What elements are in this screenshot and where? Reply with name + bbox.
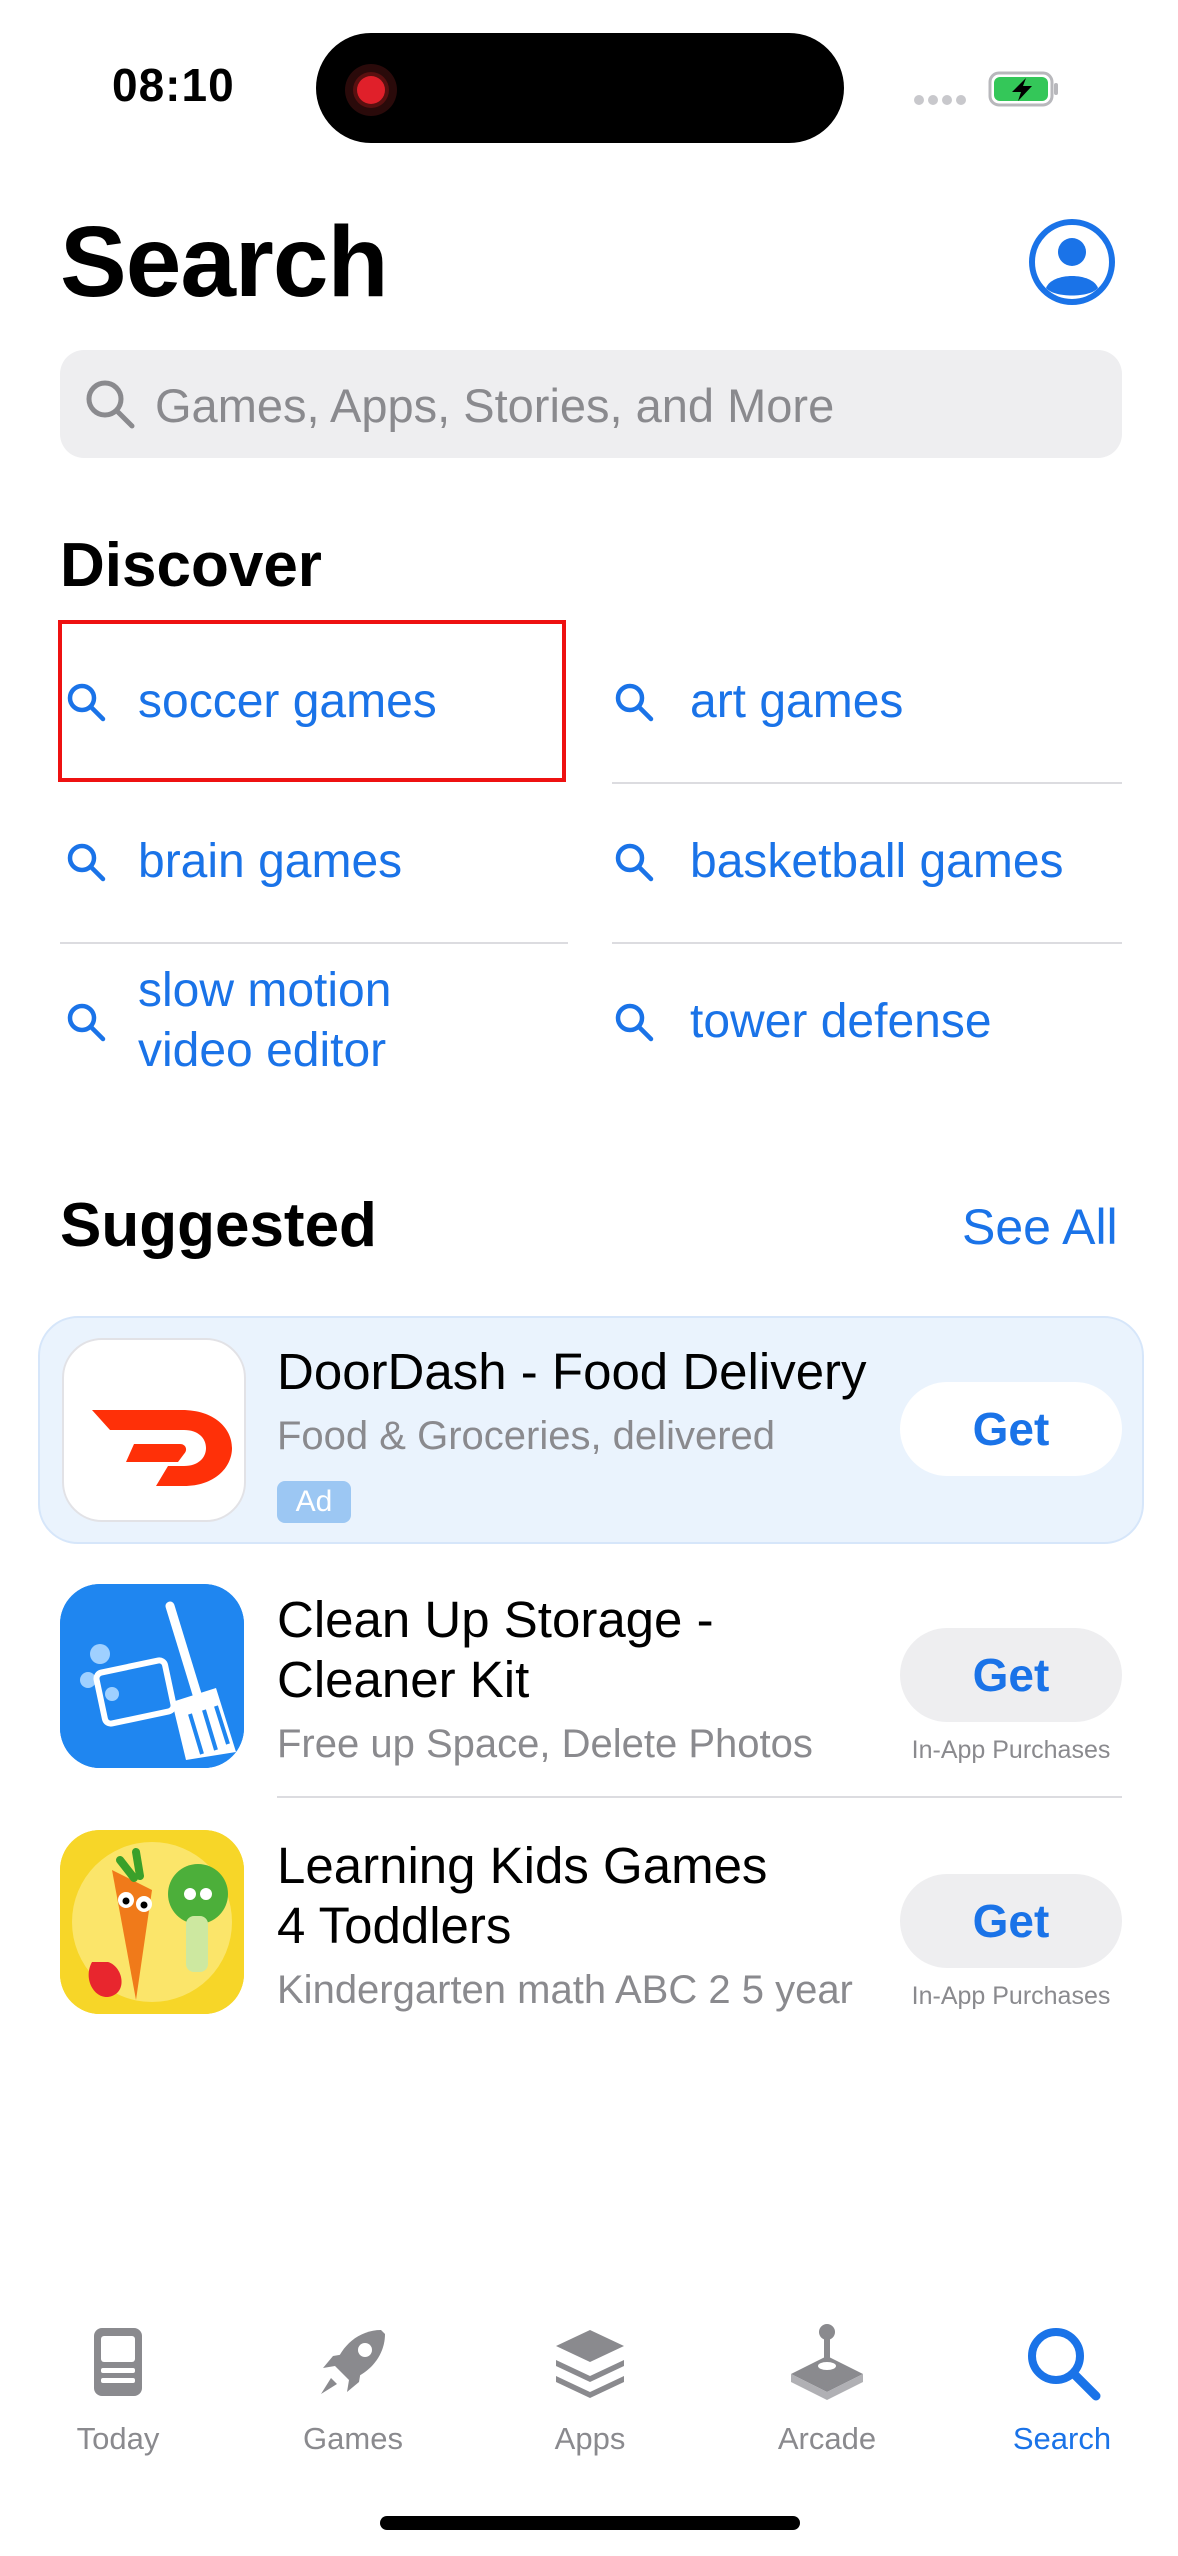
app-name[interactable]: DoorDash - Food Delivery (277, 1342, 867, 1402)
rocket-icon (321, 2330, 385, 2394)
discover-item-basketball-games[interactable]: basketball games (612, 785, 1122, 945)
highlight-box (58, 620, 566, 782)
app-subtitle: Free up Space, Delete Photos (277, 1722, 813, 1766)
search-icon (615, 1003, 654, 1042)
get-button[interactable]: Get (900, 1628, 1122, 1722)
tab-arcade[interactable]: Arcade (737, 2320, 917, 2457)
search-placeholder: Games, Apps, Stories, and More (155, 379, 835, 432)
in-app-purchases-note: In-App Purchases (911, 1736, 1111, 1764)
discover-item-label: video editor (138, 1024, 387, 1077)
tab-label: Apps (554, 2421, 626, 2456)
tab-search[interactable]: Search (972, 2320, 1152, 2457)
tab-label: Search (1012, 2421, 1112, 2456)
app-name[interactable]: Cleaner Kit (277, 1650, 529, 1710)
app-subtitle: Food & Groceries, delivered (277, 1414, 776, 1458)
doordash-logo-icon[interactable] (62, 1338, 246, 1522)
joystick-icon (791, 2324, 863, 2400)
status-time: 08:10 (112, 59, 235, 111)
suggested-heading: Suggested (60, 1191, 377, 1260)
today-icon (94, 2328, 142, 2396)
discover-item-label: brain games (138, 835, 403, 888)
discover-item-tower-defense[interactable]: tower defense (612, 945, 1122, 1105)
app-name[interactable]: Clean Up Storage - (277, 1590, 714, 1650)
discover-item-label: tower defense (690, 995, 992, 1048)
in-app-purchases-note: In-App Purchases (911, 1982, 1111, 2010)
tab-label: Today (76, 2421, 160, 2456)
discover-item-art-games[interactable]: art games (612, 625, 1122, 785)
discover-item-label: art games (690, 675, 904, 728)
search-icon (615, 843, 654, 882)
tab-label: Arcade (777, 2421, 877, 2456)
get-button[interactable]: Get (900, 1382, 1122, 1476)
search-icon (1028, 2328, 1101, 2401)
search-icon (67, 1003, 106, 1042)
search-input[interactable]: Games, Apps, Stories, and More (60, 350, 1122, 458)
divider (612, 942, 1122, 944)
search-icon (615, 683, 654, 722)
divider (277, 1796, 1122, 1798)
get-button[interactable]: Get (900, 1874, 1122, 1968)
ad-badge: Ad (277, 1481, 351, 1523)
battery-charging-icon (988, 71, 1058, 107)
broom-cleaner-icon[interactable] (60, 1584, 244, 1768)
screen-recording-icon (345, 64, 397, 116)
divider (612, 782, 1122, 784)
discover-item-brain-games[interactable]: brain games (64, 785, 564, 945)
signal-icon (914, 92, 970, 105)
app-subtitle: Kindergarten math ABC 2 5 year (277, 1968, 853, 2012)
vegetables-characters-icon[interactable] (60, 1830, 244, 2014)
home-indicator[interactable] (380, 2516, 800, 2530)
page-title: Search (60, 206, 389, 318)
tab-today[interactable]: Today (28, 2320, 208, 2457)
tab-apps[interactable]: Apps (500, 2320, 680, 2457)
discover-item-slow-motion-video-editor[interactable]: slow motion video editor (64, 945, 564, 1105)
search-icon (67, 843, 106, 882)
app-name[interactable]: 4 Toddlers (277, 1896, 511, 1956)
account-avatar-icon[interactable] (1028, 218, 1116, 306)
discover-item-label: basketball games (690, 835, 1064, 888)
tab-games[interactable]: Games (263, 2320, 443, 2457)
divider (60, 942, 568, 944)
magnifier-icon (86, 380, 135, 429)
layers-icon (556, 2330, 624, 2398)
discover-heading: Discover (60, 531, 322, 600)
see-all-link[interactable]: See All (962, 1198, 1118, 1256)
app-name[interactable]: Learning Kids Games (277, 1836, 767, 1896)
discover-item-label: slow motion (138, 964, 392, 1017)
tab-label: Games (303, 2421, 403, 2456)
